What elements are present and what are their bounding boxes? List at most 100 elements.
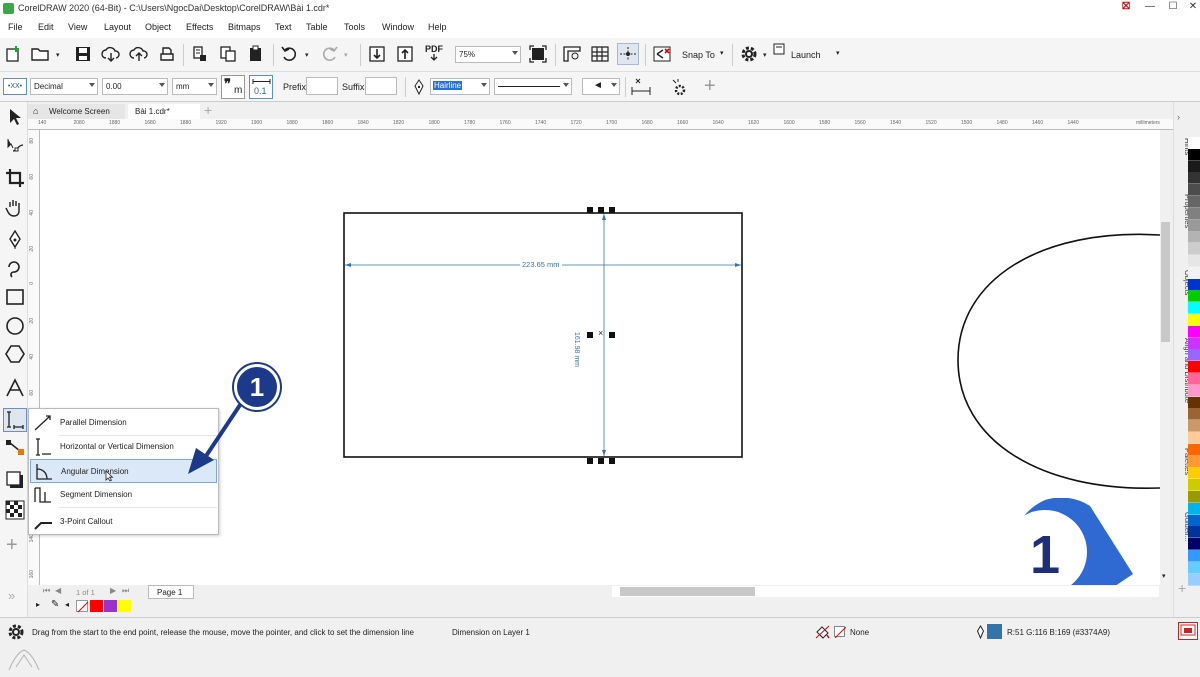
import-icon[interactable] (366, 43, 388, 65)
crop-tool-icon[interactable] (3, 166, 27, 190)
palette-swatch[interactable] (1188, 573, 1200, 586)
doc-color-swatch-2[interactable] (104, 600, 117, 612)
menu-tools[interactable]: Tools (344, 22, 365, 32)
dimension-tool-icon[interactable] (3, 408, 27, 432)
menu-object[interactable]: Object (145, 22, 171, 32)
last-page-icon[interactable]: ⏭ (122, 586, 129, 596)
rectangle-shape[interactable] (343, 212, 743, 458)
show-guidelines-icon[interactable] (617, 43, 639, 65)
cut-icon[interactable] (189, 43, 211, 65)
palette-swatch[interactable] (1188, 137, 1200, 149)
doc-palette-arrow-icon[interactable]: ▸ (36, 600, 40, 609)
paste-icon[interactable] (245, 43, 267, 65)
launch-dropdown-icon[interactable]: ▾ (836, 49, 840, 57)
palette-swatch[interactable] (1188, 243, 1200, 256)
palette-swatch[interactable] (1188, 349, 1200, 362)
palette-swatch[interactable] (1188, 314, 1200, 326)
maximize-button[interactable]: ☐ (1164, 1, 1182, 15)
palette-swatch[interactable] (1188, 361, 1200, 374)
no-color-swatch[interactable] (76, 600, 89, 613)
palette-swatch[interactable] (1188, 290, 1200, 303)
drop-shadow-tool-icon[interactable] (3, 468, 27, 492)
palette-swatch[interactable] (1188, 443, 1200, 456)
palette-swatch[interactable] (1188, 467, 1200, 480)
pick-tool-icon[interactable] (3, 105, 27, 129)
palette-swatch[interactable] (1188, 302, 1200, 315)
palette-swatch[interactable] (1188, 408, 1200, 421)
palette-swatch[interactable] (1188, 373, 1200, 385)
cloud-download-icon[interactable] (100, 43, 122, 65)
outline-color-swatch[interactable] (987, 624, 1002, 639)
horizontal-scrollbar[interactable] (612, 586, 1159, 597)
page-tab[interactable]: Page 1 (148, 585, 194, 599)
selection-handle[interactable] (587, 332, 593, 338)
palette-swatch[interactable] (1188, 420, 1200, 433)
menu-layout[interactable]: Layout (104, 22, 131, 32)
palette-swatch[interactable] (1188, 325, 1200, 338)
ellipse-tool-icon[interactable] (3, 314, 27, 338)
line-style-combo[interactable] (494, 78, 572, 95)
palette-swatch[interactable] (1188, 172, 1200, 185)
menu-table[interactable]: Table (306, 22, 328, 32)
selection-handle[interactable] (587, 207, 593, 213)
doc-palette-prev-icon[interactable]: ◂ (65, 600, 69, 609)
palette-swatch[interactable] (1188, 184, 1200, 197)
outline-width-combo[interactable]: Hairline (430, 78, 490, 95)
undo-dropdown-icon[interactable]: ▾ (305, 51, 309, 59)
app-badge-icon[interactable]: ⛝ (1117, 1, 1135, 15)
vertical-scrollbar[interactable]: ▾ (1160, 130, 1172, 585)
show-grid-icon[interactable] (589, 43, 611, 65)
suffix-input[interactable] (365, 77, 397, 95)
prefix-input[interactable] (306, 77, 338, 95)
doc-color-swatch-1[interactable] (90, 600, 103, 612)
options-dropdown-icon[interactable]: ▾ (763, 51, 767, 59)
copy-icon[interactable] (217, 43, 239, 65)
minimize-button[interactable]: — (1141, 1, 1159, 15)
full-screen-icon[interactable] (527, 43, 549, 65)
redo-icon[interactable] (318, 43, 340, 65)
ellipse-shape[interactable] (957, 233, 1160, 489)
pan-tool-icon[interactable] (3, 196, 27, 220)
selection-handle[interactable] (609, 207, 615, 213)
export-icon[interactable] (394, 43, 416, 65)
tab-document[interactable]: Bài 1.cdr* (128, 104, 200, 119)
expand-toolbox-chevron-icon[interactable]: » (8, 588, 15, 603)
options-gear-icon[interactable] (738, 43, 760, 65)
new-tab-button[interactable]: + (204, 102, 212, 118)
fill-bucket-icon[interactable] (815, 625, 831, 641)
menu-effects[interactable]: Effects (186, 22, 213, 32)
first-page-icon[interactable]: ⏮ (43, 586, 50, 596)
transparency-tool-icon[interactable] (3, 498, 27, 522)
extension-lines-icon[interactable] (630, 76, 652, 98)
outline-pen-icon[interactable] (408, 76, 430, 98)
snap-to-label[interactable]: Snap To (682, 50, 715, 60)
palette-swatch[interactable] (1188, 231, 1200, 244)
customize-toolbox-plus-icon[interactable]: + (6, 534, 18, 557)
snap-to-dropdown-icon[interactable]: ▾ (720, 49, 724, 57)
show-units-button[interactable]: ❞ m (221, 75, 245, 99)
vertical-dimension-text[interactable]: 161.98 mm (573, 331, 580, 371)
add-property-plus-icon[interactable]: + (704, 75, 716, 98)
text-tool-icon[interactable] (3, 376, 27, 400)
palette-swatch[interactable] (1188, 148, 1200, 161)
close-button[interactable]: ✕ (1184, 1, 1200, 15)
palette-swatch[interactable] (1188, 396, 1200, 409)
print-icon[interactable] (156, 43, 178, 65)
dimension-style-combo[interactable]: Decimal (30, 78, 98, 95)
alignment-guides-icon[interactable] (651, 43, 673, 65)
palette-swatch[interactable] (1188, 219, 1200, 232)
palette-swatch[interactable] (1188, 514, 1200, 527)
open-folder-icon[interactable] (30, 43, 52, 65)
menu-text[interactable]: Text (275, 22, 292, 32)
palette-swatch[interactable] (1188, 502, 1200, 515)
cloud-upload-icon[interactable] (128, 43, 150, 65)
rectangle-tool-icon[interactable] (3, 285, 27, 309)
dynamic-dimensioning-button[interactable]: 0.1 (249, 75, 273, 99)
eyedropper-icon[interactable]: ✎ (51, 599, 59, 610)
launch-icon[interactable] (772, 42, 786, 56)
open-dropdown-icon[interactable]: ▾ (56, 51, 60, 59)
menu-help[interactable]: Help (428, 22, 447, 32)
polygon-tool-icon[interactable] (3, 342, 27, 366)
add-docker-plus-icon[interactable]: + (1178, 580, 1186, 596)
dimension-units-combo[interactable]: mm (172, 78, 217, 95)
